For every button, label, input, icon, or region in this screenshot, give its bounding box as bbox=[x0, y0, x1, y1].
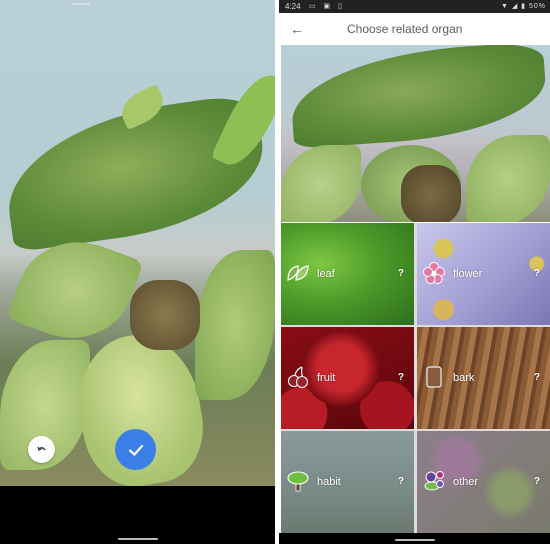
home-gesture-handle[interactable] bbox=[394, 539, 435, 541]
preview-edge bbox=[72, 3, 90, 5]
photo-stem bbox=[401, 165, 461, 222]
organ-label: other bbox=[453, 476, 479, 488]
photo-leaf bbox=[195, 250, 275, 400]
notification-icons: ▭ ▣ ▯ bbox=[309, 3, 345, 10]
flower-icon bbox=[423, 262, 445, 284]
help-button[interactable]: ? bbox=[398, 476, 404, 487]
wifi-icon: ▼ bbox=[500, 3, 509, 10]
other-icon bbox=[424, 471, 444, 491]
app-bar: ← Choose related organ bbox=[279, 13, 550, 45]
fruit-icon bbox=[287, 366, 309, 388]
organ-label: habit bbox=[317, 476, 341, 488]
organ-tile-leaf[interactable]: leaf ? bbox=[281, 223, 414, 325]
help-button[interactable]: ? bbox=[398, 268, 404, 279]
signal-icon: ◢ bbox=[511, 3, 519, 10]
check-icon bbox=[128, 444, 143, 456]
captured-photo bbox=[0, 0, 275, 486]
retake-button[interactable] bbox=[28, 436, 55, 463]
arrow-left-icon: ← bbox=[290, 21, 304, 37]
organ-tile-habit[interactable]: habit ? bbox=[281, 431, 414, 533]
page-title: Choose related organ bbox=[347, 22, 463, 36]
help-button[interactable]: ? bbox=[534, 268, 540, 279]
help-button[interactable]: ? bbox=[398, 372, 404, 383]
photo-stem bbox=[130, 280, 200, 350]
battery-icon: ▮ bbox=[521, 3, 527, 10]
organ-tile-bark[interactable]: bark ? bbox=[417, 327, 550, 429]
choose-organ-screen: 4:24 ▭ ▣ ▯ ▼ ◢ ▮ 50% ← Choose related or… bbox=[279, 0, 550, 544]
back-button[interactable]: ← bbox=[287, 19, 307, 39]
organ-grid: leaf ? flower ? fruit ? bark ? habit ? o… bbox=[281, 223, 550, 533]
selected-photo bbox=[281, 45, 550, 222]
organ-tile-other[interactable]: other ? bbox=[417, 431, 550, 533]
confirm-button[interactable] bbox=[115, 429, 156, 470]
organ-label: flower bbox=[453, 268, 483, 280]
organ-label: fruit bbox=[317, 372, 336, 384]
organ-label: leaf bbox=[317, 268, 335, 280]
help-button[interactable]: ? bbox=[534, 476, 540, 487]
status-bar: 4:24 ▭ ▣ ▯ ▼ ◢ ▮ 50% bbox=[279, 0, 550, 13]
status-time: 4:24 bbox=[285, 2, 301, 11]
tree-icon bbox=[287, 471, 309, 492]
organ-tile-fruit[interactable]: fruit ? bbox=[281, 327, 414, 429]
photo-leaf bbox=[281, 145, 361, 222]
camera-screen bbox=[0, 0, 275, 544]
bark-icon bbox=[426, 366, 442, 388]
system-nav-bar bbox=[279, 533, 550, 544]
photo-leaf bbox=[288, 45, 549, 149]
home-gesture-handle[interactable] bbox=[117, 538, 158, 540]
battery-percent: 50% bbox=[528, 3, 546, 10]
system-nav-bar bbox=[0, 486, 275, 544]
organ-label: bark bbox=[453, 372, 475, 384]
help-button[interactable]: ? bbox=[534, 372, 540, 383]
system-icons: ▼ ◢ ▮ 50% bbox=[501, 0, 546, 13]
undo-icon bbox=[36, 446, 46, 451]
photo-leaf bbox=[466, 135, 550, 222]
leaf-icon bbox=[287, 265, 309, 281]
organ-tile-flower[interactable]: flower ? bbox=[417, 223, 550, 325]
